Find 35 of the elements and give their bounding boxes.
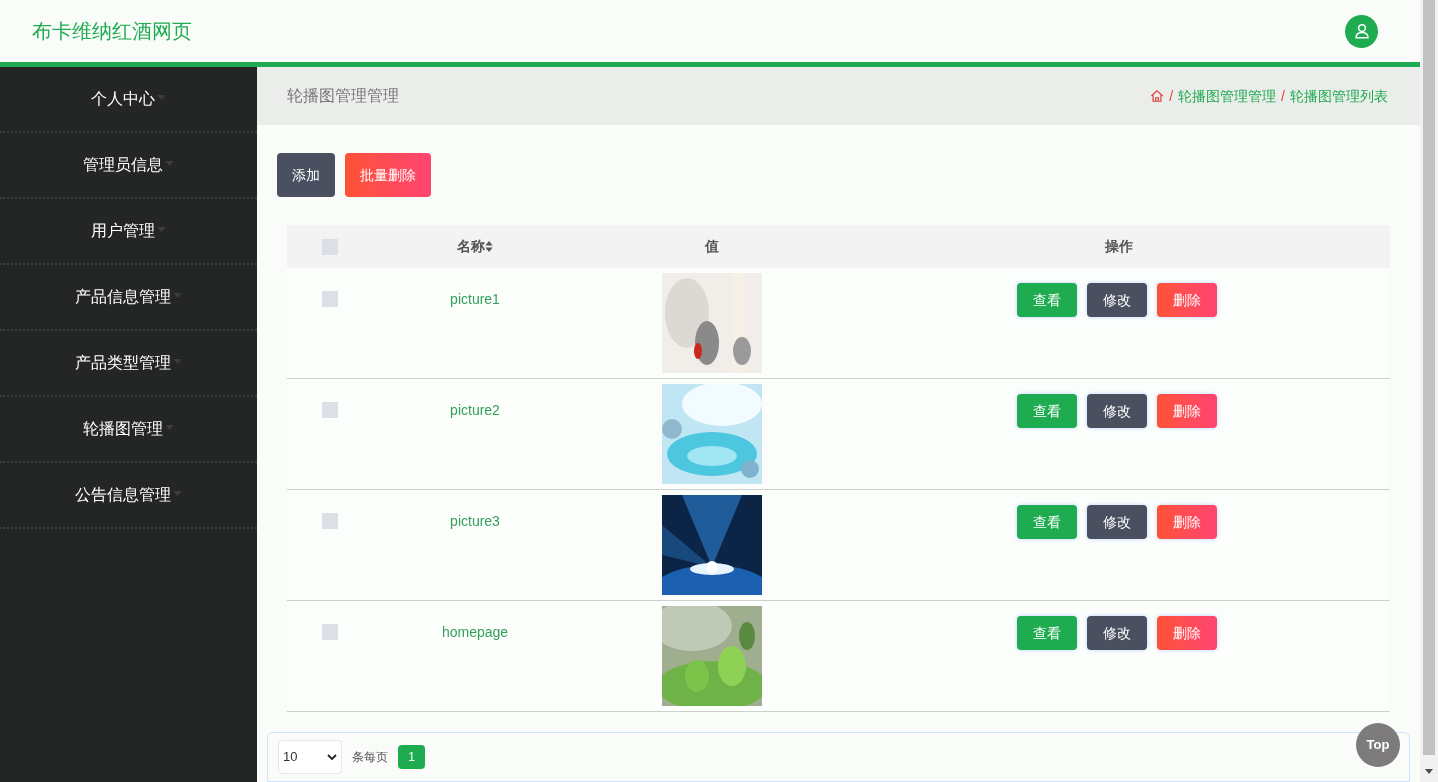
checkbox[interactable] xyxy=(322,291,338,307)
breadcrumb-separator: / xyxy=(1281,86,1285,106)
column-header[interactable]: 名称 xyxy=(457,236,485,257)
checkbox[interactable] xyxy=(322,513,338,529)
table-cell-text: picture1 xyxy=(450,290,500,309)
checkbox[interactable] xyxy=(322,624,338,640)
table-cell-text: picture3 xyxy=(450,512,500,531)
edit-button[interactable]: 修改 xyxy=(1086,616,1147,650)
edit-button[interactable]: 修改 xyxy=(1086,394,1147,428)
sidebar-item[interactable]: 用户管理 xyxy=(0,199,257,265)
table-cell-text: picture2 xyxy=(450,401,500,420)
sidebar-item[interactable]: 管理员信息 xyxy=(0,133,257,199)
column-header: 操作 xyxy=(1104,237,1133,256)
sort-icon[interactable] xyxy=(485,241,493,252)
page-size-select[interactable]: 10 xyxy=(278,740,342,774)
sidebar-item[interactable]: 公告信息管理 xyxy=(0,463,257,529)
sidebar-item[interactable]: 产品类型管理 xyxy=(0,331,257,397)
sidebar-item[interactable]: 产品信息管理 xyxy=(0,265,257,331)
scrollbar[interactable] xyxy=(1420,0,1438,782)
back-to-top-button[interactable]: Top xyxy=(1356,723,1400,767)
user-avatar-icon[interactable] xyxy=(1345,14,1378,48)
sidebar-item[interactable]: 轮播图管理 xyxy=(0,397,257,463)
home-icon[interactable] xyxy=(1150,89,1165,103)
table-cell-text: homepage xyxy=(441,623,509,642)
edit-button[interactable]: 修改 xyxy=(1086,505,1147,539)
breadcrumb-separator: / xyxy=(1169,86,1174,106)
column-header: 值 xyxy=(705,237,719,256)
site-title: 布卡维纳红酒网页 xyxy=(32,19,192,44)
page-title: 轮播图管理管理 xyxy=(287,86,399,106)
checkbox[interactable] xyxy=(322,402,338,418)
page-size-label: 条每页 xyxy=(352,749,388,766)
chevron-down-icon xyxy=(327,754,337,760)
scroll-down-icon[interactable] xyxy=(1425,769,1433,774)
edit-button[interactable]: 修改 xyxy=(1086,283,1147,317)
add-button[interactable]: 添加 xyxy=(277,153,335,197)
